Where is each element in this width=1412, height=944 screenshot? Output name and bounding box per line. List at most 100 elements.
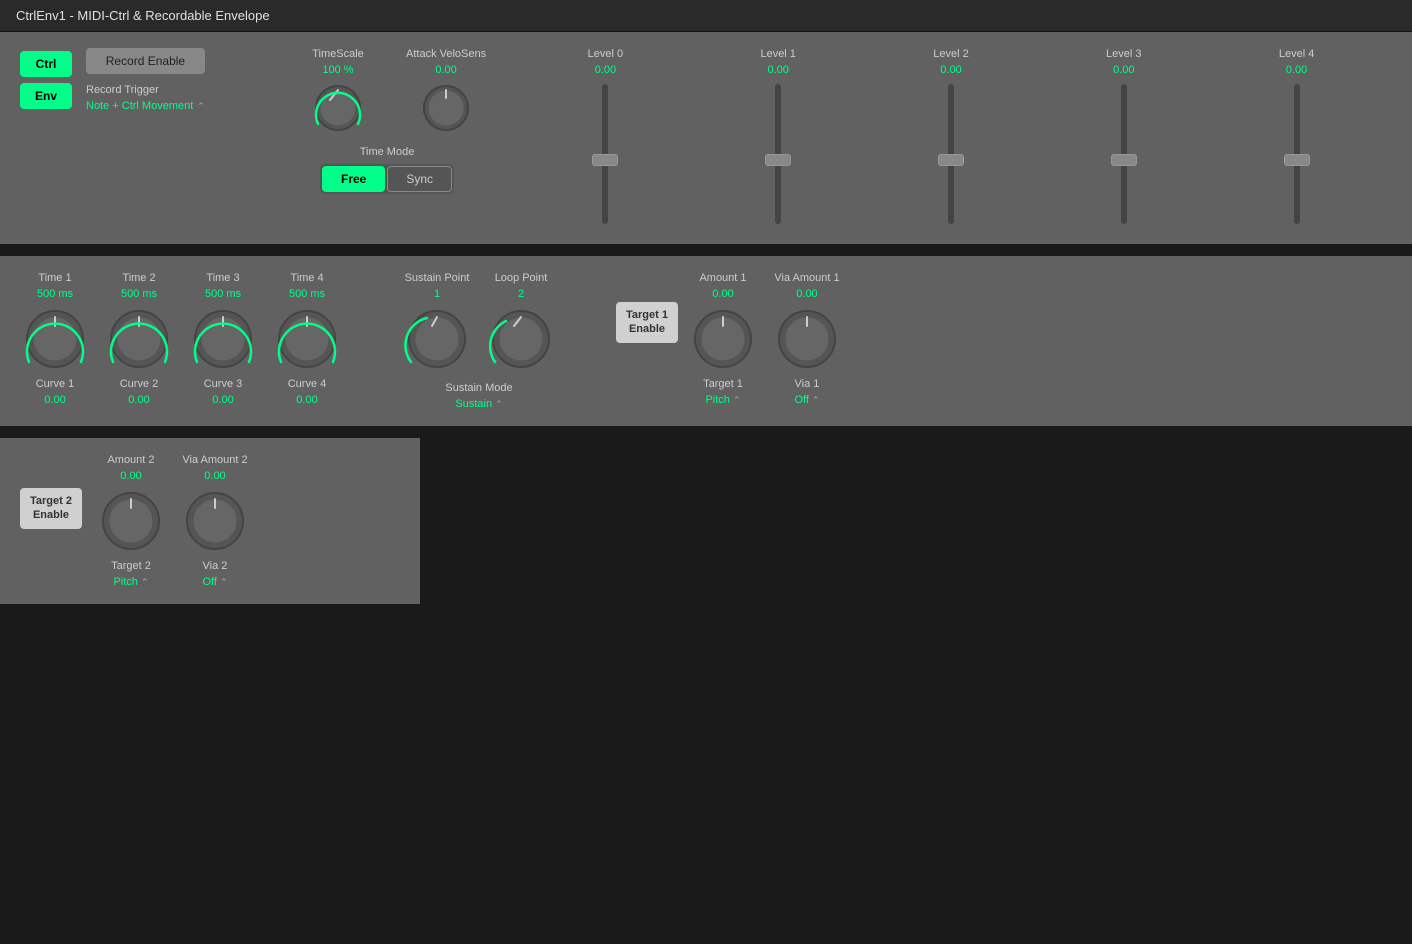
sustain-point-group: Sustain Point 1: [402, 272, 472, 374]
time4-knob[interactable]: [272, 304, 342, 374]
fader-level-4: Level 4 0.00: [1279, 48, 1314, 228]
target1-chevron-icon: ⌃: [733, 395, 741, 406]
fader-label-0: Level 0: [588, 48, 623, 60]
amount1-value: 0.00: [712, 288, 733, 300]
time2-value: 500 ms: [121, 288, 157, 300]
via-amount1-knob[interactable]: [772, 304, 842, 374]
target2-enable-button[interactable]: Target 2 Enable: [20, 488, 82, 529]
time-mode-label: Time Mode: [360, 146, 415, 158]
via-amount1-value: 0.00: [796, 288, 817, 300]
fader-track-4[interactable]: [1294, 84, 1300, 224]
panel-3: Target 2 Enable Amount 2 0.00 Target 2 P…: [0, 438, 420, 604]
loop-point-label: Loop Point: [495, 272, 548, 284]
time1-value: 500 ms: [37, 288, 73, 300]
amount2-label: Amount 2: [107, 454, 154, 466]
time-curve-group: Time 1 500 ms Curve 1 0.00 Time 2 500 ms: [20, 272, 342, 406]
faders-group: Level 0 0.00 Level 1 0.00 Level 2 0.00: [510, 48, 1392, 228]
fader-thumb-2[interactable]: [938, 154, 964, 166]
empty-space: [420, 438, 1412, 604]
via-amount1-knob-group: Via Amount 1 0.00 Via 1 Off ⌃: [772, 272, 842, 406]
fader-track-0[interactable]: [602, 84, 608, 224]
sustain-point-label: Sustain Point: [405, 272, 470, 284]
amount2-knob[interactable]: [96, 486, 166, 556]
time1-knob[interactable]: [20, 304, 90, 374]
curve2-label: Curve 2: [120, 378, 159, 390]
fader-label-1: Level 1: [760, 48, 795, 60]
record-enable-button[interactable]: Record Enable: [86, 48, 205, 74]
via2-dropdown[interactable]: Off ⌃: [202, 576, 227, 588]
panel-3-row: Target 2 Enable Amount 2 0.00 Target 2 P…: [0, 438, 1412, 604]
fader-thumb-0[interactable]: [592, 154, 618, 166]
amount1-knob[interactable]: [688, 304, 758, 374]
fader-track-2[interactable]: [948, 84, 954, 224]
curve4-value: 0.00: [296, 394, 317, 406]
time4-value: 500 ms: [289, 288, 325, 300]
curve1-label: Curve 1: [36, 378, 75, 390]
sync-button[interactable]: Sync: [387, 166, 452, 192]
target1-enable-button[interactable]: Target 1 Enable: [616, 302, 678, 343]
fader-track-1[interactable]: [775, 84, 781, 224]
time3-knob[interactable]: [188, 304, 258, 374]
time2-label: Time 2: [122, 272, 155, 284]
ctrl-env-group: Ctrl Env: [20, 51, 72, 109]
sustain-mode-dropdown[interactable]: Sustain ⌃: [455, 398, 502, 410]
curve3-value: 0.00: [212, 394, 233, 406]
record-trigger-value[interactable]: Note + Ctrl Movement ⌃: [86, 100, 205, 112]
attack-value: 0.00: [435, 64, 456, 76]
time1-group: Time 1 500 ms Curve 1 0.00: [20, 272, 90, 406]
target2-dropdown[interactable]: Pitch ⌃: [113, 576, 148, 588]
fader-level-2: Level 2 0.00: [933, 48, 968, 228]
fader-track-3[interactable]: [1121, 84, 1127, 224]
curve3-label: Curve 3: [204, 378, 243, 390]
fader-level-0: Level 0 0.00: [588, 48, 623, 228]
via-amount2-value: 0.00: [204, 470, 225, 482]
fader-value-3: 0.00: [1113, 64, 1134, 76]
sustain-point-knob[interactable]: [402, 304, 472, 374]
via-amount2-knob[interactable]: [180, 486, 250, 556]
loop-point-knob[interactable]: [486, 304, 556, 374]
fader-thumb-1[interactable]: [765, 154, 791, 166]
amount2-knob-group: Amount 2 0.00 Target 2 Pitch ⌃: [96, 454, 166, 588]
via-amount1-label: Via Amount 1: [774, 272, 839, 284]
time3-value: 500 ms: [205, 288, 241, 300]
time1-label: Time 1: [38, 272, 71, 284]
via1-dropdown[interactable]: Off ⌃: [794, 394, 819, 406]
time2-knob[interactable]: [104, 304, 174, 374]
ctrl-button[interactable]: Ctrl: [20, 51, 72, 77]
sustain-mode-label: Sustain Mode: [445, 382, 512, 394]
time2-group: Time 2 500 ms Curve 2 0.00: [104, 272, 174, 406]
timescale-label: TimeScale: [312, 48, 364, 60]
attack-knob[interactable]: [418, 80, 474, 136]
via2-label: Via 2: [203, 560, 228, 572]
free-button[interactable]: Free: [322, 166, 385, 192]
amount2-value: 0.00: [120, 470, 141, 482]
amount1-group: Amount 1 0.00 Target 1 Pitch ⌃ Via Amo: [688, 272, 842, 406]
target2-chevron-icon: ⌃: [141, 577, 149, 588]
fader-thumb-3[interactable]: [1111, 154, 1137, 166]
via2-chevron-icon: ⌃: [220, 577, 228, 588]
attack-label: Attack VeloSens: [406, 48, 486, 60]
sustain-mode-group: Sustain Mode Sustain ⌃: [402, 382, 556, 410]
target2-label: Target 2: [111, 560, 151, 572]
fader-value-1: 0.00: [767, 64, 788, 76]
fader-thumb-4[interactable]: [1284, 154, 1310, 166]
fader-value-4: 0.00: [1286, 64, 1307, 76]
target2-enable-section: Target 2 Enable: [20, 454, 82, 529]
sustain-point-value: 1: [434, 288, 440, 300]
attack-knob-group: Attack VeloSens 0.00: [406, 48, 486, 136]
target1-dropdown[interactable]: Pitch ⌃: [705, 394, 740, 406]
fader-level-3: Level 3 0.00: [1106, 48, 1141, 228]
record-trigger-chevron-icon: ⌃: [197, 101, 205, 112]
record-trigger-group: Record Trigger Note + Ctrl Movement ⌃: [86, 84, 205, 112]
amount1-label: Amount 1: [699, 272, 746, 284]
time4-label: Time 4: [290, 272, 323, 284]
fader-level-1: Level 1 0.00: [760, 48, 795, 228]
sustain-mode-chevron-icon: ⌃: [495, 399, 503, 410]
via1-chevron-icon: ⌃: [812, 395, 820, 406]
timescale-knob[interactable]: [310, 80, 366, 136]
curve2-value: 0.00: [128, 394, 149, 406]
time4-group: Time 4 500 ms Curve 4 0.00: [272, 272, 342, 406]
fader-value-2: 0.00: [940, 64, 961, 76]
time3-label: Time 3: [206, 272, 239, 284]
env-button[interactable]: Env: [20, 83, 72, 109]
